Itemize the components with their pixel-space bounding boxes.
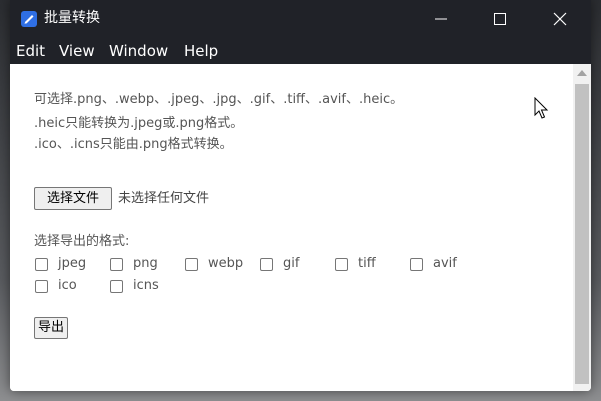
checkbox-icns[interactable] [110,280,123,293]
checkbox-label-webp: webp [208,256,244,271]
file-status-text: 未选择任何文件 [118,191,210,206]
checkbox-png[interactable] [110,258,123,271]
minimize-button[interactable] [418,0,464,38]
heic-note-text: .heic只能转换为.jpeg或.png格式。 [34,116,244,131]
checkbox-label-tiff: tiff [358,256,376,271]
checkbox-label-jpeg: jpeg [58,256,87,271]
scroll-up-arrow-icon[interactable] [577,70,587,76]
checkbox-ico[interactable] [35,280,48,293]
ico-note-text: .ico、.icns只能由.png格式转换。 [34,137,233,152]
vertical-scrollbar[interactable] [573,64,591,391]
close-icon [553,12,567,26]
app-logo-icon [21,11,37,27]
menu-help[interactable]: Help [184,42,218,60]
menu-edit[interactable]: Edit [16,42,45,60]
scroll-thumb[interactable] [575,84,589,384]
format-label: 选择导出的格式: [34,234,130,249]
checkbox-jpeg[interactable] [35,258,48,271]
close-button[interactable] [537,0,583,38]
menu-view[interactable]: View [59,42,95,60]
mouse-pointer-icon [534,97,549,119]
window-title: 批量转换 [44,10,100,26]
checkbox-webp[interactable] [185,258,198,271]
checkbox-label-icns: icns [133,278,159,293]
menu-bar: Edit View Window Help [10,38,591,64]
checkbox-gif[interactable] [260,258,273,271]
checkbox-label-avif: avif [433,256,457,271]
choose-file-button[interactable]: 选择文件 [34,187,112,210]
checkbox-tiff[interactable] [335,258,348,271]
app-window: 批量转换 Edit View Window Help 可选择.png、.webp… [10,0,591,391]
main-content: 可选择.png、.webp、.jpeg、.jpg、.gif、.tiff、.avi… [10,64,573,391]
maximize-button[interactable] [477,0,523,38]
title-bar[interactable]: 批量转换 [10,0,591,38]
maximize-icon [494,13,506,25]
supported-formats-text: 可选择.png、.webp、.jpeg、.jpg、.gif、.tiff、.avi… [34,92,404,107]
checkbox-label-gif: gif [283,256,300,271]
checkbox-avif[interactable] [410,258,423,271]
export-button[interactable]: 导出 [34,317,68,339]
checkbox-label-ico: ico [58,278,77,293]
checkbox-label-png: png [133,256,158,271]
menu-window[interactable]: Window [109,42,168,60]
minimize-icon [435,18,447,20]
